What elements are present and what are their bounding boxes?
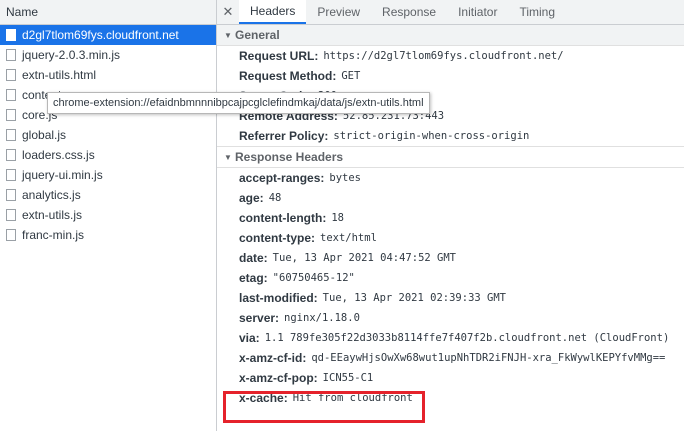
request-list-pane: Name d2gl7tlom69fys.cloudfront.net jquer… — [0, 0, 217, 431]
request-item[interactable]: global.js — [0, 125, 216, 145]
request-item-label: extn-utils.html — [22, 68, 97, 82]
request-item[interactable]: extn-utils.html — [0, 65, 216, 85]
document-icon — [6, 189, 16, 201]
response-headers-section-header[interactable]: ▼ Response Headers — [217, 146, 684, 168]
name-column-header[interactable]: Name — [0, 0, 216, 25]
header-key: date: — [239, 251, 268, 265]
header-key: x-amz-cf-id: — [239, 351, 307, 365]
request-item[interactable]: jquery-2.0.3.min.js — [0, 45, 216, 65]
document-icon — [6, 229, 16, 241]
header-key: age: — [239, 191, 264, 205]
response-header-row: server: nginx/1.18.0 — [217, 308, 684, 328]
header-key: content-type: — [239, 231, 315, 245]
triangle-down-icon: ▼ — [224, 30, 232, 40]
header-value: "60750465-12" — [272, 272, 355, 284]
document-icon — [6, 149, 16, 161]
response-headers-section: accept-ranges: bytes age: 48 content-lengt… — [217, 168, 684, 408]
header-key: Referrer Policy: — [239, 129, 329, 143]
request-item-label: franc-min.js — [22, 228, 85, 242]
header-value: text/html — [320, 232, 377, 244]
document-icon — [6, 49, 16, 61]
url-tooltip: chrome-extension://efaidnbmnnnibpcajpcgl… — [47, 92, 430, 114]
header-key: accept-ranges: — [239, 171, 325, 185]
document-icon — [6, 29, 16, 41]
header-key: Request Method: — [239, 69, 337, 83]
response-headers-title: Response Headers — [235, 150, 344, 164]
response-header-row: x-amz-cf-pop: ICN55-C1 — [217, 368, 684, 388]
general-row: Request Method: GET — [217, 66, 684, 86]
request-item[interactable]: loaders.css.js — [0, 145, 216, 165]
header-key: via: — [239, 331, 260, 345]
x-cache-highlight — [223, 391, 425, 423]
header-value: qd-EEaywHjsOwXw68wut1upNhTDR2iFNJH-xra_F… — [311, 352, 666, 364]
response-header-row: via: 1.1 789fe305f22d3033b8114ffe7f407f2b… — [217, 328, 684, 348]
request-details-pane: ✕ Headers Preview Response Initiator Tim… — [217, 0, 684, 431]
header-key: etag: — [239, 271, 268, 285]
header-value: GET — [341, 70, 361, 82]
header-key: server: — [239, 311, 280, 325]
request-item[interactable]: franc-min.js — [0, 225, 216, 245]
response-header-row: age: 48 — [217, 188, 684, 208]
header-value: 18 — [331, 212, 344, 224]
request-item-label: d2gl7tlom69fys.cloudfront.net — [22, 28, 179, 42]
general-section-title: General — [235, 28, 280, 42]
request-item[interactable]: analytics.js — [0, 185, 216, 205]
tab-headers[interactable]: Headers — [239, 0, 307, 24]
header-key: x-amz-cf-pop: — [239, 371, 318, 385]
tab-response[interactable]: Response — [371, 0, 447, 24]
details-tabbar: ✕ Headers Preview Response Initiator Tim… — [217, 0, 684, 25]
request-list: d2gl7tlom69fys.cloudfront.net jquery-2.0… — [0, 25, 216, 245]
response-header-row: content-type: text/html — [217, 228, 684, 248]
request-item-label: global.js — [22, 128, 67, 142]
tab-initiator[interactable]: Initiator — [447, 0, 508, 24]
response-header-row: last-modified: Tue, 13 Apr 2021 02:39:33 … — [217, 288, 684, 308]
request-item-selected[interactable]: d2gl7tlom69fys.cloudfront.net — [0, 25, 216, 45]
header-key: last-modified: — [239, 291, 318, 305]
header-value: nginx/1.18.0 — [284, 312, 360, 324]
response-header-row: x-amz-cf-id: qd-EEaywHjsOwXw68wut1upNhTDR… — [217, 348, 684, 368]
triangle-down-icon: ▼ — [224, 152, 232, 162]
header-value: https://d2gl7tlom69fys.cloudfront.net/ — [323, 50, 564, 62]
response-header-row: date: Tue, 13 Apr 2021 04:47:52 GMT — [217, 248, 684, 268]
request-item[interactable]: extn-utils.js — [0, 205, 216, 225]
response-header-row: etag: "60750465-12" — [217, 268, 684, 288]
header-value: ICN55-C1 — [322, 372, 374, 384]
general-row: Request URL: https://d2gl7tlom69fys.cloud… — [217, 46, 684, 66]
header-value: strict-origin-when-cross-origin — [333, 130, 530, 142]
document-icon — [6, 209, 16, 221]
close-icon[interactable]: ✕ — [217, 0, 239, 24]
document-icon — [6, 109, 16, 121]
request-item-label: extn-utils.js — [22, 208, 83, 222]
tab-preview[interactable]: Preview — [306, 0, 371, 24]
request-item[interactable]: jquery-ui.min.js — [0, 165, 216, 185]
request-item-label: jquery-ui.min.js — [22, 168, 103, 182]
document-icon — [6, 69, 16, 81]
header-key: Request URL: — [239, 49, 319, 63]
header-value: 1.1 789fe305f22d3033b8114ffe7f407f2b.clo… — [264, 332, 670, 344]
header-value: Tue, 13 Apr 2021 02:39:33 GMT — [322, 292, 506, 304]
document-icon — [6, 129, 16, 141]
header-value: Tue, 13 Apr 2021 04:47:52 GMT — [272, 252, 456, 264]
request-item-label: loaders.css.js — [22, 148, 95, 162]
document-icon — [6, 89, 16, 101]
header-value: 48 — [268, 192, 282, 204]
request-item-label: analytics.js — [22, 188, 81, 202]
header-value: bytes — [329, 172, 361, 184]
response-header-row: content-length: 18 — [217, 208, 684, 228]
tab-timing[interactable]: Timing — [508, 0, 566, 24]
general-section-header[interactable]: ▼ General — [217, 25, 684, 46]
general-row: Referrer Policy: strict-origin-when-cross… — [217, 126, 684, 146]
request-item-label: jquery-2.0.3.min.js — [22, 48, 121, 62]
response-header-row: accept-ranges: bytes — [217, 168, 684, 188]
header-key: content-length: — [239, 211, 327, 225]
document-icon — [6, 169, 16, 181]
